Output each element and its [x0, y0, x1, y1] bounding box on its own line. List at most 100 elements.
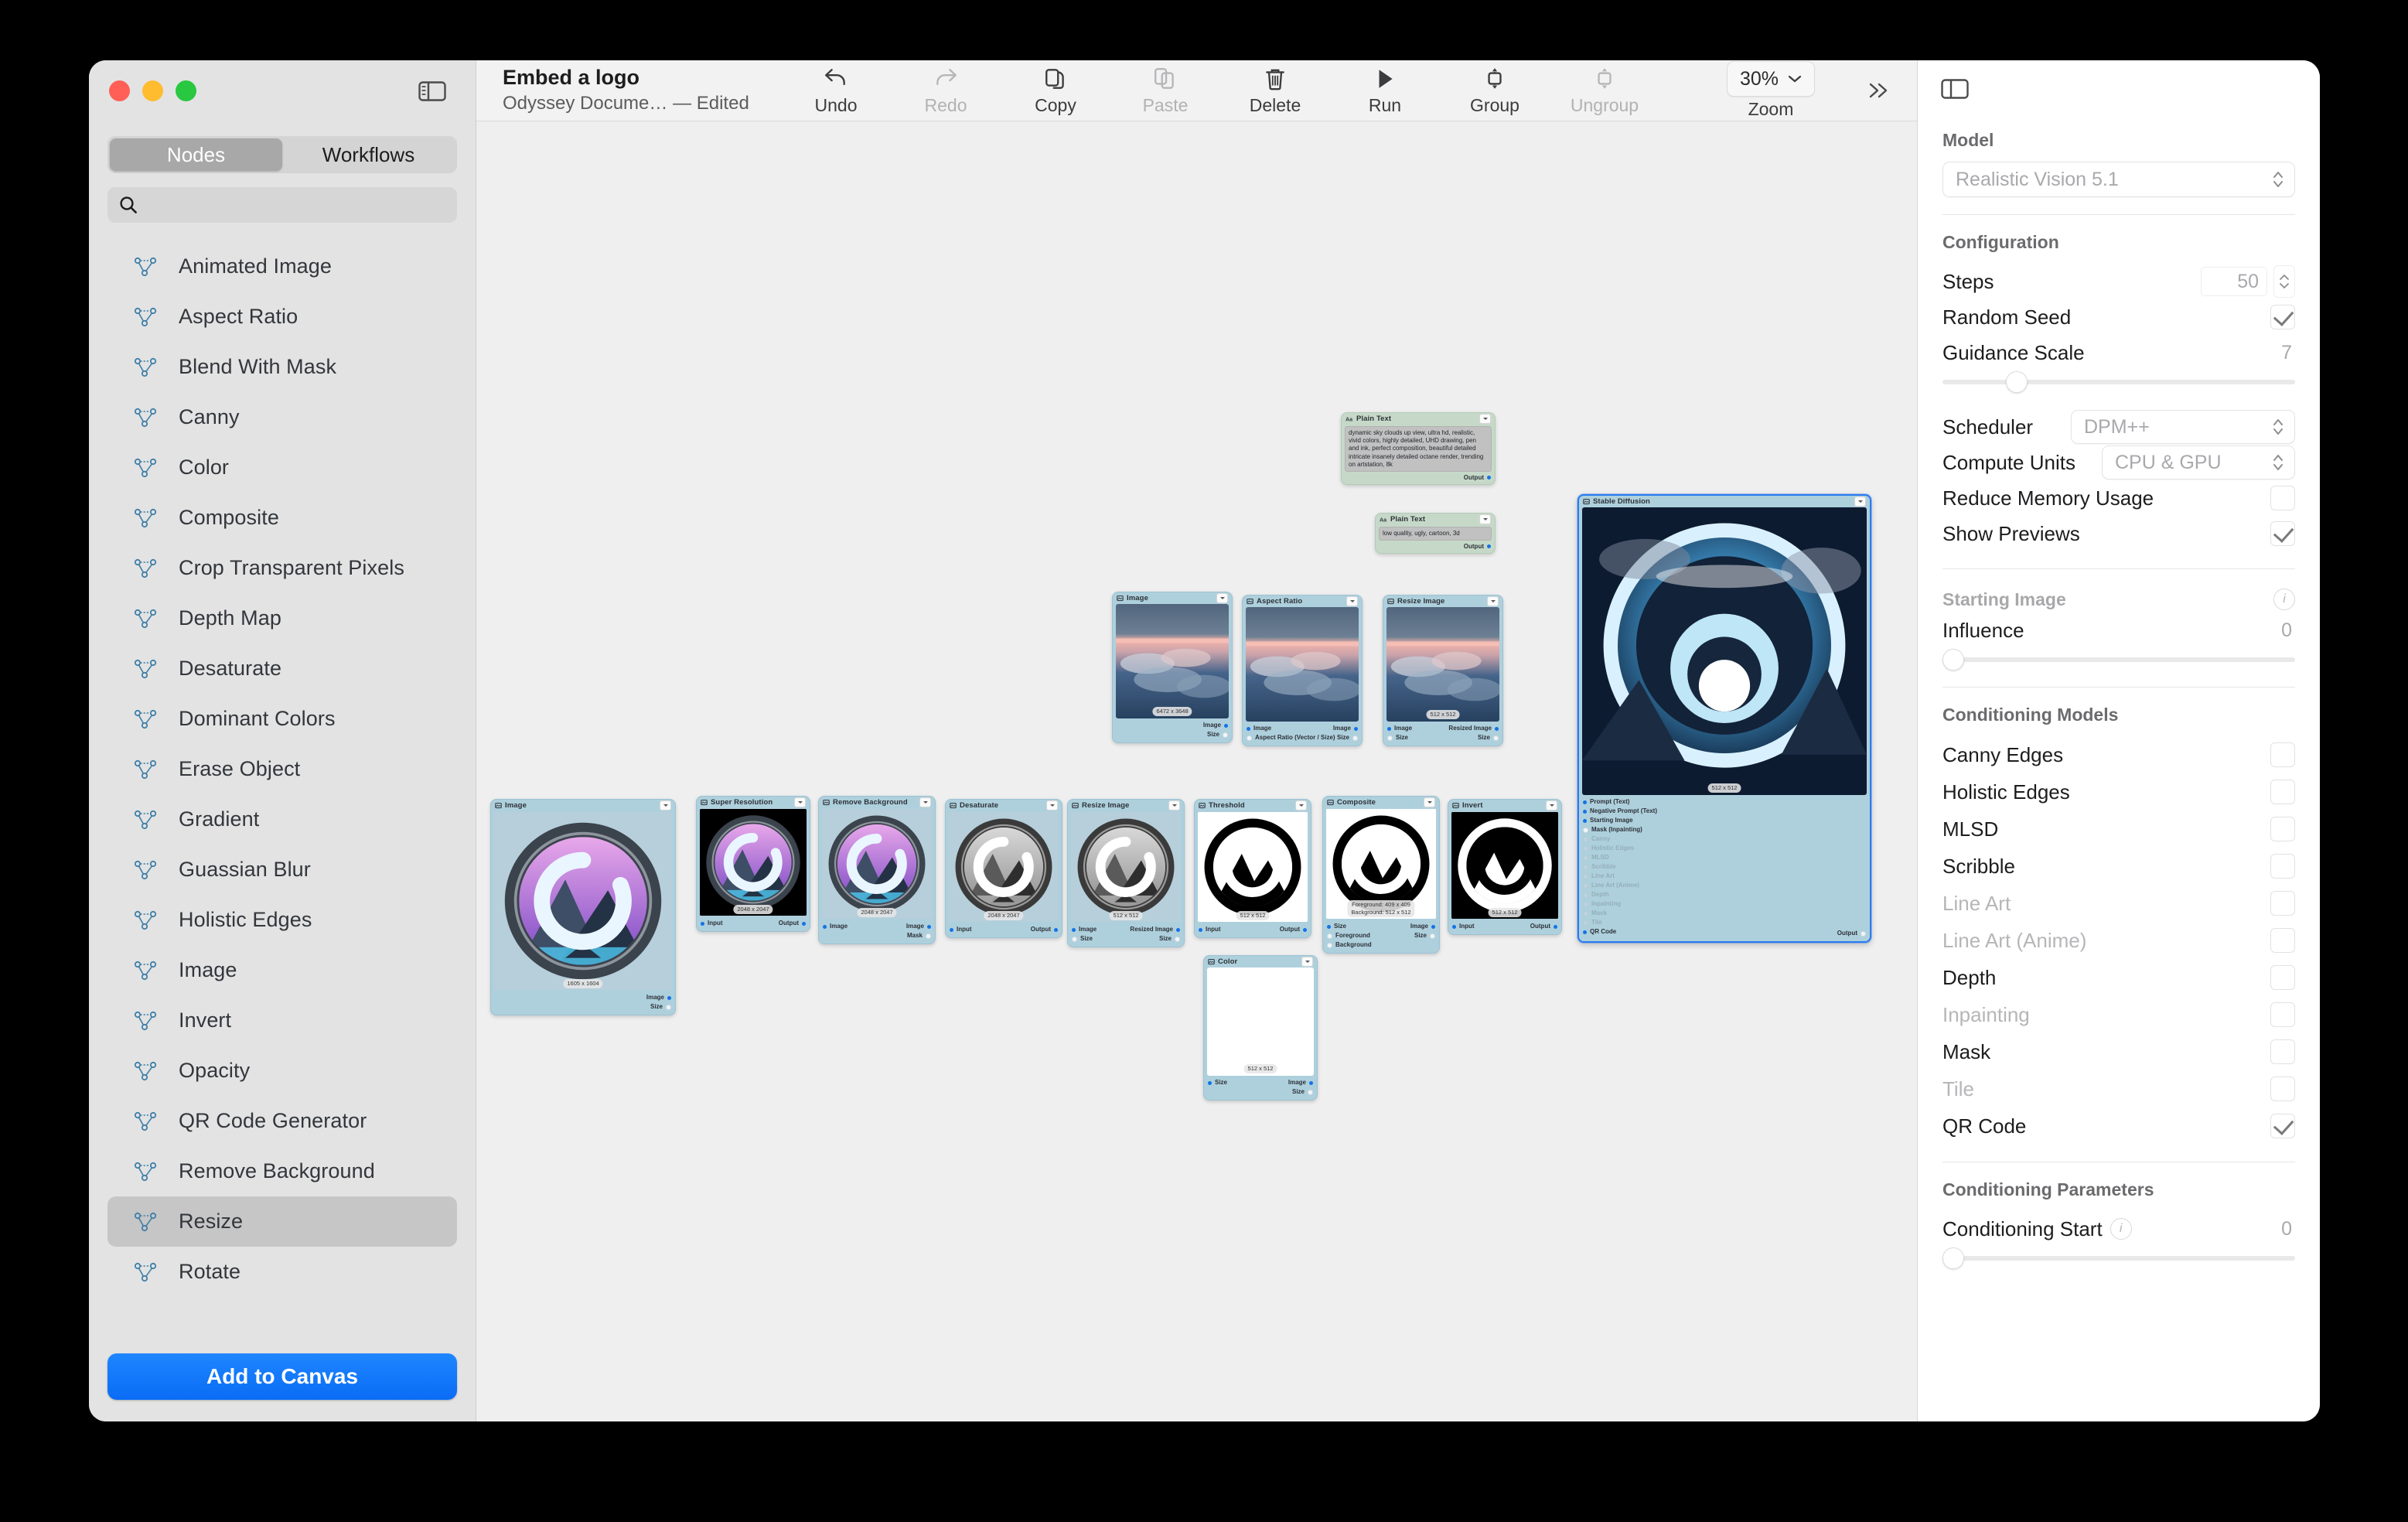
node-input-port[interactable] [1583, 882, 1588, 889]
conditioning-model-checkbox[interactable] [2270, 965, 2295, 990]
info-icon[interactable]: i [2110, 1218, 2132, 1240]
node-port-row[interactable]: Image Resized Image [1072, 925, 1180, 934]
slider-knob[interactable] [1942, 1247, 1964, 1269]
node-disclosure-button[interactable] [1346, 596, 1358, 606]
node-output-port[interactable] [1054, 927, 1058, 932]
slider-knob[interactable] [2006, 371, 2028, 393]
canvas-node-plain-text-prompt[interactable]: Aa Plain Text dynamic sky clouds up view, … [1341, 412, 1496, 486]
node-port-row[interactable]: Input Output [950, 925, 1058, 934]
canvas-node-threshold[interactable]: Threshold 512 x 512 Input Output [1194, 799, 1311, 938]
node-library-item-guassian-blur[interactable]: Guassian Blur [107, 845, 457, 895]
random-seed-checkbox[interactable] [2270, 305, 2295, 329]
toolbar-overflow-button[interactable] [1844, 60, 1914, 121]
node-input-port[interactable] [1583, 827, 1588, 833]
node-port-row[interactable]: Size Image [1327, 922, 1435, 931]
node-library-item-dominant-colors[interactable]: Dominant Colors [107, 694, 457, 744]
node-disclosure-button[interactable] [1046, 800, 1058, 810]
node-output-port[interactable] [1352, 735, 1358, 741]
node-port-row[interactable]: Image [495, 993, 671, 1002]
node-port-row[interactable]: Image Image [823, 922, 931, 931]
node-disclosure-button[interactable] [1424, 797, 1435, 807]
node-library-list[interactable]: Animated Image Aspect Ratio Blend With Mas… [89, 241, 476, 1346]
node-input-port[interactable] [950, 927, 953, 932]
node-header[interactable]: Resize Image [1068, 800, 1184, 811]
node-disclosure-button[interactable] [1487, 596, 1499, 606]
node-library-item-remove-background[interactable]: Remove Background [107, 1146, 457, 1196]
node-output-port[interactable] [1175, 936, 1180, 942]
node-header[interactable]: Resize Image [1383, 595, 1502, 607]
node-header[interactable]: Invert [1448, 800, 1561, 811]
node-input-port[interactable] [823, 924, 827, 929]
node-header[interactable]: Remove Background [819, 797, 935, 808]
node-disclosure-button[interactable] [1546, 800, 1557, 810]
node-output-port[interactable] [1430, 933, 1435, 939]
node-header[interactable]: Image [1113, 592, 1232, 604]
node-library-item-canny[interactable]: Canny [107, 392, 457, 442]
conditioning-model-checkbox[interactable] [2270, 817, 2295, 841]
node-output-port[interactable] [1303, 927, 1307, 932]
toggle-inspector-icon[interactable] [1941, 78, 1969, 104]
node-output-port[interactable] [1224, 723, 1228, 728]
node-text-value[interactable]: dynamic sky clouds up view, ultra hd, re… [1345, 426, 1492, 473]
node-output-port-row[interactable]: Output [1376, 541, 1495, 553]
group-button[interactable]: Group [1440, 60, 1550, 121]
node-output-port[interactable] [667, 995, 671, 1000]
node-input-port[interactable] [1208, 1080, 1212, 1085]
close-window-button[interactable] [109, 80, 130, 101]
node-output-port[interactable] [1487, 476, 1491, 480]
copy-button[interactable]: Copy [1001, 60, 1110, 121]
node-canvas[interactable]: Aa Plain Text dynamic sky clouds up view, … [476, 121, 1917, 1421]
node-input-port-row[interactable]: Depth [1583, 890, 1866, 899]
conditioning-model-checkbox[interactable] [2270, 891, 2295, 916]
node-port-row[interactable]: Size Size [1387, 733, 1499, 742]
node-port-row[interactable]: Size [1208, 1087, 1313, 1097]
node-header[interactable]: Stable Diffusion [1579, 496, 1870, 507]
canvas-node-resize-image-logo[interactable]: Resize Image 512 x 512 Image Resized Image S… [1067, 799, 1185, 947]
node-output-port[interactable] [1431, 924, 1435, 929]
node-header[interactable]: Color [1204, 956, 1317, 967]
node-port-row[interactable]: Image Image [1247, 724, 1358, 733]
node-output-port-row[interactable]: Output [1583, 929, 1866, 938]
node-input-port[interactable] [1583, 800, 1587, 804]
zoom-popup-button[interactable]: 30% [1727, 61, 1815, 97]
node-output-port[interactable] [1861, 930, 1866, 937]
search-field-wrapper[interactable] [107, 187, 457, 223]
node-disclosure-button[interactable] [1479, 414, 1491, 424]
node-library-item-resize[interactable]: Resize [107, 1196, 457, 1247]
node-input-port[interactable] [1583, 855, 1588, 861]
canvas-node-plain-text-negative[interactable]: Aa Plain Text low quality, ugly, cartoon, … [1375, 513, 1496, 555]
tab-nodes[interactable]: Nodes [110, 138, 282, 171]
zoom-window-button[interactable] [176, 80, 196, 101]
node-header[interactable]: Super Resolution [697, 797, 810, 808]
node-disclosure-button[interactable] [794, 797, 806, 807]
node-port-row[interactable]: Input Output [701, 919, 806, 928]
node-port-row[interactable]: Size [1117, 730, 1228, 739]
conditioning-model-checkbox[interactable] [2270, 1002, 2295, 1027]
node-header[interactable]: Aspect Ratio [1243, 595, 1362, 607]
node-input-port-row[interactable]: Tile [1583, 918, 1866, 927]
node-input-port[interactable] [1583, 901, 1588, 907]
node-input-port[interactable] [1583, 892, 1588, 898]
node-text-value[interactable]: low quality, ugly, cartoon, 3d [1379, 527, 1492, 541]
node-library-item-gradient[interactable]: Gradient [107, 794, 457, 845]
node-input-port[interactable] [1327, 924, 1331, 929]
show-previews-checkbox[interactable] [2270, 521, 2295, 546]
node-library-item-composite[interactable]: Composite [107, 493, 457, 543]
guidance-scale-slider[interactable] [1942, 371, 2295, 393]
node-port-row[interactable]: Image [1117, 721, 1228, 730]
node-input-port[interactable] [1327, 942, 1332, 948]
canvas-node-aspect-ratio-sky[interactable]: Aspect Ratio Image Image Aspect Ratio (Vect… [1242, 595, 1363, 746]
node-port-row[interactable]: Input Output [1452, 922, 1557, 931]
node-input-port-row[interactable]: Line Art [1583, 872, 1866, 881]
tab-workflows[interactable]: Workflows [282, 138, 455, 171]
node-library-item-image[interactable]: Image [107, 945, 457, 995]
add-to-canvas-button[interactable]: Add to Canvas [107, 1353, 457, 1400]
model-select[interactable]: Realistic Vision 5.1 [1942, 162, 2295, 197]
node-header[interactable]: Threshold [1195, 800, 1311, 811]
node-input-port-row[interactable]: Prompt (Text) [1583, 797, 1866, 807]
canvas-node-invert[interactable]: Invert 512 x 512 Input Output [1448, 799, 1562, 935]
node-output-port-row[interactable]: Output [1342, 472, 1495, 484]
conditioning-model-checkbox[interactable] [2270, 780, 2295, 804]
node-library-item-holistic-edges[interactable]: Holistic Edges [107, 895, 457, 945]
minimize-window-button[interactable] [142, 80, 163, 101]
